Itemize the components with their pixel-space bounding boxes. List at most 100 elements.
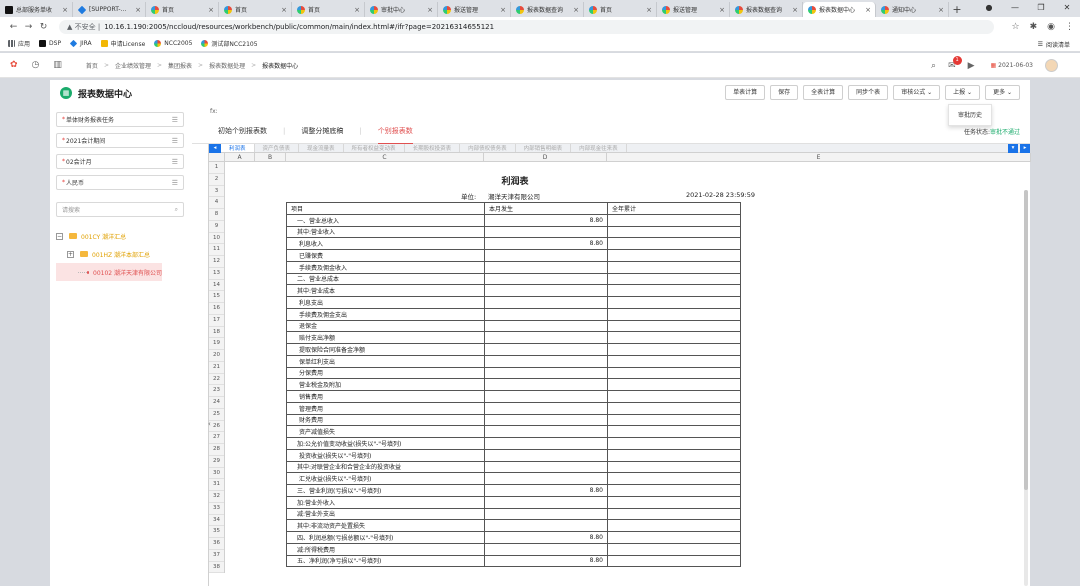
table-cell[interactable]: 其中:非流动资产处置损失 — [286, 519, 485, 532]
close-tab-icon[interactable]: × — [426, 6, 434, 14]
filter-field[interactable]: * 单体财务报表任务 ☰ — [56, 112, 184, 127]
toolbar-button[interactable]: 上报 ⌄ — [945, 85, 981, 100]
row-header[interactable]: 33 — [209, 503, 224, 515]
table-cell[interactable]: 加:公允价值变动收益(损失以"-"号填列) — [286, 437, 485, 450]
row-header[interactable]: 34 — [209, 515, 224, 527]
close-tab-icon[interactable]: × — [61, 6, 69, 14]
table-cell[interactable] — [607, 425, 741, 438]
user-profile-icon[interactable]: ◉ — [1047, 22, 1055, 32]
table-cell[interactable]: 手续费及佣金支出 — [286, 307, 485, 321]
table-cell[interactable] — [484, 390, 608, 403]
table-header-cell[interactable]: 本月发生 — [484, 202, 608, 215]
table-cell[interactable] — [484, 437, 608, 450]
row-header[interactable]: 22 — [209, 374, 224, 386]
tree-node[interactable]: − 001CY 潮洋汇总 — [56, 227, 184, 245]
back-icon[interactable]: ← — [6, 22, 21, 32]
table-cell[interactable] — [484, 401, 608, 415]
toolbar-button[interactable]: 保存 — [770, 85, 799, 100]
table-cell[interactable]: 投资收益(损失以"-"号填列) — [286, 448, 485, 462]
close-tab-icon[interactable]: × — [864, 6, 872, 14]
row-header[interactable]: 9 — [209, 221, 224, 233]
scrollbar-thumb[interactable] — [1024, 190, 1028, 490]
row-header[interactable]: 37 — [209, 550, 224, 562]
url-field[interactable]: ▲ 不安全 | 10.16.1.190:2005/nccloud/resourc… — [59, 19, 994, 34]
close-tab-icon[interactable]: × — [572, 6, 580, 14]
tree-node[interactable]: +001HZ 潮洋本部汇总 — [56, 245, 184, 263]
close-tab-icon[interactable]: × — [134, 6, 142, 14]
bookmark-item[interactable]: JIRA — [69, 39, 92, 48]
column-header[interactable]: A — [225, 153, 255, 161]
table-cell[interactable]: 8.80 — [484, 484, 608, 497]
message-icon[interactable]: ✉ 1 — [948, 55, 962, 71]
report-grid[interactable]: 利润表 单位: 潮洋天津有限公司 2021-02-28 23:59:59 项目本… — [225, 162, 1031, 586]
bookmark-item[interactable]: 应用 — [8, 39, 30, 48]
row-header[interactable]: 23 — [209, 385, 224, 397]
browser-tab[interactable]: 报表数据查询 × — [730, 2, 803, 17]
sheet-tab[interactable]: 内部销售明细表 — [516, 144, 572, 152]
bookmark-star-icon[interactable]: ☆ — [1012, 22, 1020, 32]
table-cell[interactable] — [484, 284, 608, 297]
table-cell[interactable] — [484, 425, 608, 438]
table-cell[interactable]: 利息支出 — [286, 296, 485, 309]
table-cell[interactable]: 五、净利润(净亏损以"-"号填列) — [286, 554, 485, 568]
row-header[interactable]: 25 — [209, 409, 224, 421]
table-cell[interactable] — [484, 378, 608, 391]
browser-tab[interactable]: 报送管理 × — [657, 2, 730, 17]
row-header[interactable]: 2 — [209, 174, 224, 186]
row-header[interactable]: 4 — [209, 197, 224, 209]
breadcrumb-item[interactable]: 集团报表 — [168, 61, 192, 70]
row-header[interactable]: 19 — [209, 338, 224, 350]
business-date[interactable]: ▦ 2021-06-03 — [991, 62, 1033, 69]
table-cell[interactable] — [607, 249, 741, 262]
browser-tab[interactable]: 首页 × — [292, 2, 365, 17]
close-tab-icon[interactable]: × — [937, 6, 945, 14]
browser-menu-icon[interactable]: ⋮ — [1065, 22, 1074, 32]
table-cell[interactable]: 利息收入 — [286, 237, 485, 250]
table-cell[interactable]: 提取保险合同准备金净额 — [286, 343, 485, 356]
forward-icon[interactable]: → — [21, 22, 36, 32]
table-cell[interactable]: 8.80 — [484, 237, 608, 250]
filter-field[interactable]: * 02会计月 ☰ — [56, 154, 184, 169]
sheet-tab[interactable]: 内部现金往来表 — [571, 144, 627, 152]
table-header-cell[interactable]: 项目 — [286, 202, 485, 215]
table-cell[interactable] — [484, 366, 608, 380]
browser-tab[interactable]: 报表数据查询 × — [511, 2, 584, 17]
table-cell[interactable]: 8.80 — [484, 213, 608, 227]
table-cell[interactable] — [484, 307, 608, 321]
table-cell[interactable]: 二、营业总成本 — [286, 272, 485, 286]
breadcrumb-item[interactable]: 首页 — [86, 61, 98, 70]
table-cell[interactable] — [607, 260, 741, 274]
table-cell[interactable] — [607, 319, 741, 333]
row-header[interactable]: 36 — [209, 538, 224, 550]
browser-tab[interactable]: 通知中心 × — [876, 2, 949, 17]
table-cell[interactable] — [484, 495, 608, 509]
table-cell[interactable]: 赔付支出净额 — [286, 331, 485, 344]
table-cell[interactable]: 三、营业利润(亏损以"-"号填列) — [286, 484, 485, 497]
browser-tab[interactable]: 审批中心 × — [365, 2, 438, 17]
toolbar-button[interactable]: 全表计算 — [803, 85, 844, 100]
table-cell[interactable] — [607, 484, 741, 497]
table-cell[interactable] — [484, 519, 608, 532]
row-header[interactable]: 15 — [209, 291, 224, 303]
row-header[interactable]: 16 — [209, 303, 224, 315]
close-tab-icon[interactable]: × — [499, 6, 507, 14]
table-cell[interactable] — [607, 448, 741, 462]
formula-bar[interactable]: fx: — [192, 106, 1030, 118]
table-cell[interactable]: 分保费用 — [286, 366, 485, 380]
table-cell[interactable]: 汇兑收益(损失以"-"号填列) — [286, 472, 485, 485]
report-tab[interactable]: 调整分摊底稿 — [301, 118, 343, 144]
browser-tab[interactable]: 报送管理 × — [438, 2, 511, 17]
table-cell[interactable] — [607, 331, 741, 344]
table-cell[interactable] — [484, 225, 608, 239]
close-tab-icon[interactable]: × — [718, 6, 726, 14]
table-cell[interactable]: 管理费用 — [286, 401, 485, 415]
list-icon[interactable]: ☰ — [172, 158, 178, 166]
row-header[interactable]: 3 — [209, 186, 224, 198]
column-header[interactable]: D — [484, 153, 607, 161]
row-header[interactable]: 1 — [209, 162, 224, 174]
table-cell[interactable] — [484, 460, 608, 474]
row-header[interactable]: 31 — [209, 479, 224, 491]
browser-tab[interactable]: 首页 × — [219, 2, 292, 17]
row-header[interactable]: 32 — [209, 491, 224, 503]
table-cell[interactable] — [607, 307, 741, 321]
